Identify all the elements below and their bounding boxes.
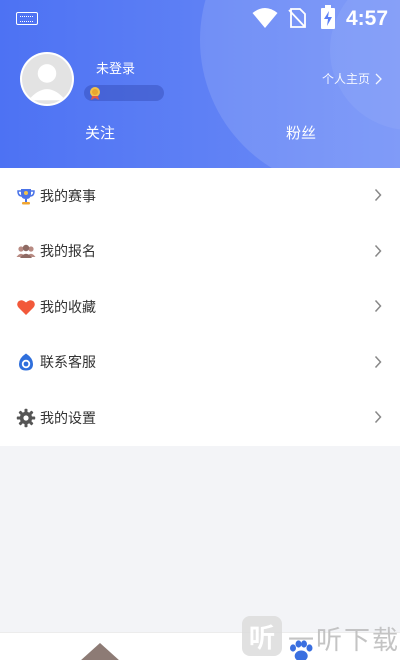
chevron-right-icon — [374, 299, 382, 313]
watermark-logo: 听 — [242, 616, 282, 656]
menu-item-my-favorites[interactable]: 我的收藏 — [0, 279, 400, 335]
watermark-text: 一听下载 — [288, 626, 400, 656]
chevron-right-icon — [375, 73, 382, 84]
menu-item-label: 我的赛事 — [40, 188, 96, 205]
medal-icon — [90, 87, 100, 100]
menu-item-label: 我的收藏 — [40, 299, 96, 316]
gear-icon — [16, 408, 36, 428]
menu-item-my-events[interactable]: 我的赛事 — [0, 168, 400, 224]
wifi-icon — [252, 8, 278, 28]
avatar-placeholder-icon — [22, 54, 72, 104]
homepage-link[interactable]: 个人主页 — [322, 70, 382, 87]
group-icon — [16, 241, 36, 261]
keyboard-icon — [16, 12, 38, 25]
chevron-right-icon — [374, 355, 382, 368]
headset-icon — [16, 352, 36, 372]
menu-item-my-registration[interactable]: 我的报名 — [0, 224, 400, 280]
level-badge — [84, 85, 164, 101]
profile-header: 4:57 未登录 个人主页 关注 粉丝 — [0, 0, 400, 168]
heart-icon — [16, 297, 36, 317]
home-tab-icon[interactable] — [80, 643, 120, 660]
menu-item-label: 联系客服 — [40, 355, 96, 372]
avatar[interactable] — [20, 52, 74, 106]
battery-charging-icon — [321, 5, 335, 29]
menu-item-label: 我的设置 — [40, 410, 96, 427]
menu-item-my-settings[interactable]: 我的设置 — [0, 390, 400, 446]
chevron-right-icon — [374, 188, 382, 202]
homepage-link-label: 个人主页 — [321, 72, 370, 86]
status-time: 4:57 — [346, 7, 389, 30]
watermark: 听 一听下载 — [240, 614, 400, 660]
menu-list: 我的赛事 我的报名 我的收藏 联系客服 我的设置 — [0, 168, 400, 446]
fans-stat[interactable]: 粉丝 — [286, 122, 316, 143]
menu-item-label: 我的报名 — [40, 244, 96, 261]
trophy-icon — [16, 186, 36, 206]
status-bar: 4:57 — [0, 0, 400, 36]
chevron-right-icon — [374, 410, 382, 424]
no-sim-icon — [288, 8, 306, 28]
follow-stat[interactable]: 关注 — [85, 122, 115, 143]
chevron-right-icon — [374, 244, 382, 257]
menu-item-contact-support[interactable]: 联系客服 — [0, 335, 400, 391]
username-label[interactable]: 未登录 — [96, 58, 135, 77]
